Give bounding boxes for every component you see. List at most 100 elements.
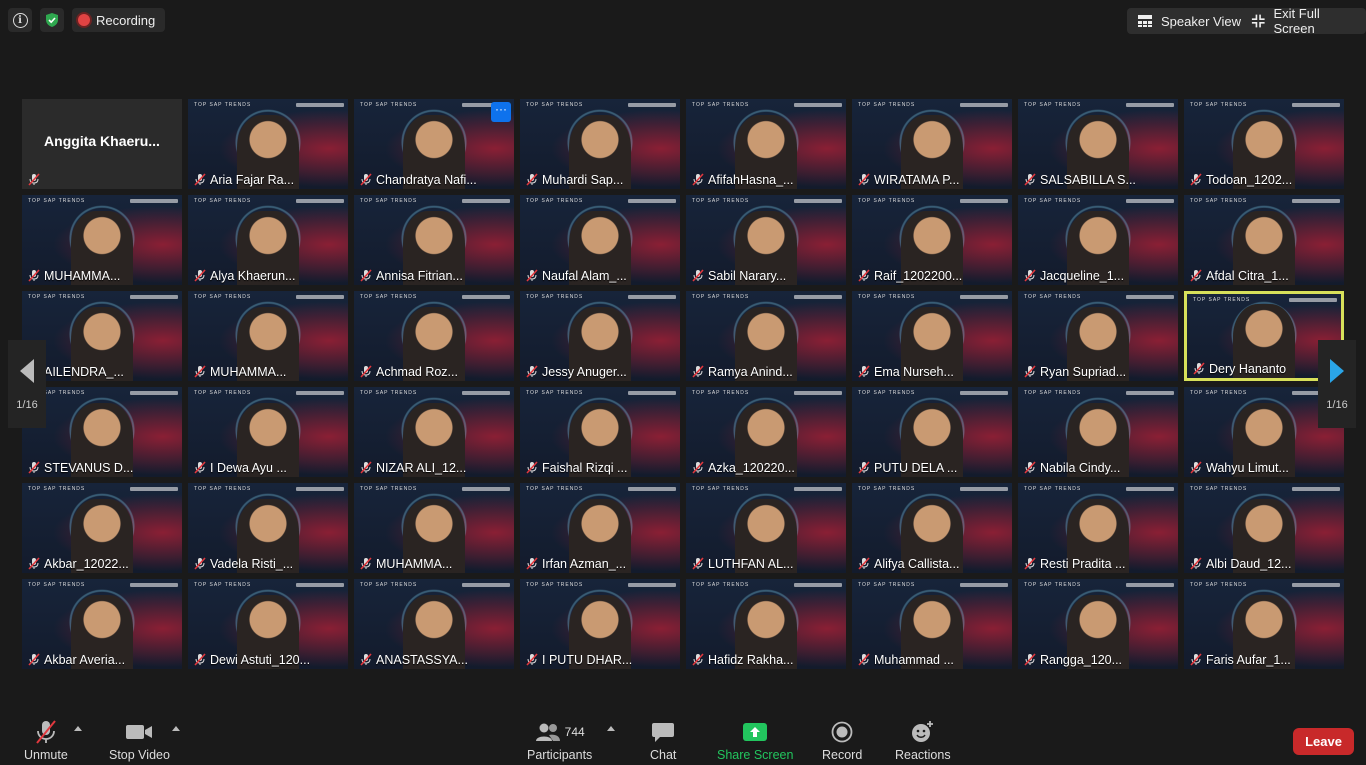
muted-microphone-icon [360,269,372,282]
participant-tile[interactable]: TOP SAP TRENDS STEVANUS D... [22,387,182,477]
participant-tile[interactable]: TOP SAP TRENDS Alifya Callista... [852,483,1012,573]
participant-tile[interactable]: TOP SAP TRENDS MUHAMMA... [188,291,348,381]
participant-tile[interactable]: TOP SAP TRENDS Raif_1202200... [852,195,1012,285]
virtual-background-brand: TOP SAP TRENDS [194,486,252,492]
participant-tile[interactable]: TOP SAP TRENDS Muhardi Sap... [520,99,680,189]
previous-page-button[interactable]: 1/16 [8,340,46,428]
participant-tile[interactable]: TOP SAP TRENDS Resti Pradita ... [1018,483,1178,573]
speaker-view-button[interactable]: Speaker View [1127,8,1251,34]
participant-tile[interactable]: TOP SAP TRENDS Ema Nurseh... [852,291,1012,381]
participant-tile[interactable]: TOP SAP TRENDS AfifahHasna_... [686,99,846,189]
participant-tile[interactable]: TOP SAP TRENDS Alya Khaerun... [188,195,348,285]
participant-tile[interactable]: TOP SAP TRENDS Annisa Fitrian... [354,195,514,285]
participant-tile[interactable]: TOP SAP TRENDS Achmad Roz... [354,291,514,381]
virtual-background-brand: TOP SAP TRENDS [1024,198,1082,204]
participant-tile[interactable]: TOP SAP TRENDS Azka_120220... [686,387,846,477]
participant-tile[interactable]: TOP SAP TRENDS PUTU DELA ... [852,387,1012,477]
participant-name: Sabil Narary... [708,269,787,283]
participant-tile[interactable]: TOP SAP TRENDS MUHAMMA... [354,483,514,573]
gallery-grid: Anggita Khaeru...Anggita Khaeru...TOP SA… [22,99,1344,669]
video-options-caret[interactable] [172,726,180,731]
participants-options-caret[interactable] [607,726,615,731]
participant-tile[interactable]: TOP SAP TRENDS Sabil Narary... [686,195,846,285]
participant-tile[interactable]: TOP SAP TRENDS Albi Daud_12... [1184,483,1344,573]
muted-microphone-icon [526,365,538,378]
muted-microphone-icon [692,653,704,666]
muted-microphone-icon [360,461,372,474]
virtual-background-brand: TOP SAP TRENDS [1024,294,1082,300]
participant-tile[interactable]: TOP SAP TRENDS Akbar_12022... [22,483,182,573]
participant-tile[interactable]: TOP SAP TRENDS Irfan Azman_... [520,483,680,573]
participant-tile[interactable]: TOP SAP TRENDS Aria Fajar Ra... [188,99,348,189]
background-header-strip [794,199,842,203]
participant-tile[interactable]: TOP SAP TRENDS Faishal Rizqi ... [520,387,680,477]
participant-name: Muhardi Sap... [542,173,624,187]
participant-tile[interactable]: TOP SAP TRENDS Akbar Averia... [22,579,182,669]
participant-tile[interactable]: TOP SAP TRENDS Ramya Anind... [686,291,846,381]
virtual-background-brand: TOP SAP TRENDS [1193,297,1251,303]
stop-video-button[interactable]: Stop Video [109,720,170,762]
participant-tile[interactable]: TOP SAP TRENDS Jessy Anuger... [520,291,680,381]
unmute-button[interactable]: Unmute [24,720,68,762]
background-header-strip [960,487,1008,491]
participant-tile[interactable]: TOP SAP TRENDS Nabila Cindy... [1018,387,1178,477]
participant-tile[interactable]: TOP SAP TRENDS NIZAR ALI_12... [354,387,514,477]
participant-tile[interactable]: TOP SAP TRENDS Dewi Astuti_120... [188,579,348,669]
info-icon: i [12,12,28,28]
meeting-info-button[interactable]: i [8,8,32,32]
next-page-button[interactable]: 1/16 [1318,340,1356,428]
participant-tile[interactable]: TOP SAP TRENDS LUTHFAN AL... [686,483,846,573]
participant-tile[interactable]: TOP SAP TRENDS SALSABILLA S... [1018,99,1178,189]
muted-microphone-icon [526,269,538,282]
participant-tile[interactable]: TOP SAP TRENDS MUHAMMA... [22,195,182,285]
participant-tile[interactable]: TOP SAP TRENDS Muhammad ... [852,579,1012,669]
more-options-button[interactable]: ··· [491,102,511,122]
muted-microphone-icon [692,461,704,474]
participant-tile[interactable]: TOP SAP TRENDS Faris Aufar_1... [1184,579,1344,669]
share-screen-button[interactable]: Share Screen [717,720,793,762]
participant-tile[interactable]: TOP SAP TRENDS I PUTU DHAR... [520,579,680,669]
participant-tile[interactable]: TOP SAP TRENDS Naufal Alam_... [520,195,680,285]
participant-name: Annisa Fitrian... [376,269,463,283]
record-button[interactable]: Record [822,720,862,762]
muted-microphone-icon [360,557,372,570]
participant-tile[interactable]: TOP SAP TRENDS Hafidz Rakha... [686,579,846,669]
participant-name: LUTHFAN AL... [708,557,794,571]
reactions-button[interactable]: Reactions [895,720,951,762]
virtual-background-brand: TOP SAP TRENDS [1024,102,1082,108]
participant-name: SALSABILLA S... [1040,173,1136,187]
leave-button[interactable]: Leave [1293,728,1354,755]
participant-tile[interactable]: TOP SAP TRENDS Jacqueline_1... [1018,195,1178,285]
shield-icon [46,13,58,27]
exit-fullscreen-button[interactable]: Exit Full Screen [1241,6,1366,36]
muted-microphone-icon [194,269,206,282]
participant-tile[interactable]: TOP SAP TRENDS WIRATAMA P... [852,99,1012,189]
participant-tile[interactable]: TOP SAP TRENDS Afdal Citra_1... [1184,195,1344,285]
virtual-background-brand: TOP SAP TRENDS [194,102,252,108]
participant-name: Achmad Roz... [376,365,458,379]
participant-tile[interactable]: TOP SAP TRENDS Vadela Risti_... [188,483,348,573]
background-header-strip [1126,103,1174,107]
background-header-strip [628,103,676,107]
participant-tile[interactable]: TOP SAP TRENDS AILENDRA_... [22,291,182,381]
participant-name: Ramya Anind... [708,365,793,379]
participant-tile[interactable]: TOP SAP TRENDS Chandratya Nafi... ··· [354,99,514,189]
recording-indicator[interactable]: Recording [72,8,166,32]
participant-tile[interactable]: TOP SAP TRENDS Ryan Supriad... [1018,291,1178,381]
encryption-shield-button[interactable] [40,8,64,32]
participant-tile[interactable]: TOP SAP TRENDS Todoan_1202... [1184,99,1344,189]
chat-button[interactable]: Chat [650,720,676,762]
participants-button[interactable]: 744 Participants [527,720,592,762]
participant-name: Ryan Supriad... [1040,365,1127,379]
virtual-background-brand: TOP SAP TRENDS [1024,390,1082,396]
virtual-background-brand: TOP SAP TRENDS [360,294,418,300]
audio-options-caret[interactable] [74,726,82,731]
participant-tile[interactable]: TOP SAP TRENDS Rangga_120... [1018,579,1178,669]
participant-tile[interactable]: TOP SAP TRENDS I Dewa Ayu ... [188,387,348,477]
muted-microphone-icon [28,269,40,282]
virtual-background-brand: TOP SAP TRENDS [28,486,86,492]
participant-tile[interactable]: TOP SAP TRENDS ANASTASSYA... [354,579,514,669]
background-header-strip [462,391,510,395]
participant-name: Dewi Astuti_120... [210,653,311,667]
participant-tile[interactable]: Anggita Khaeru...Anggita Khaeru... [22,99,182,189]
